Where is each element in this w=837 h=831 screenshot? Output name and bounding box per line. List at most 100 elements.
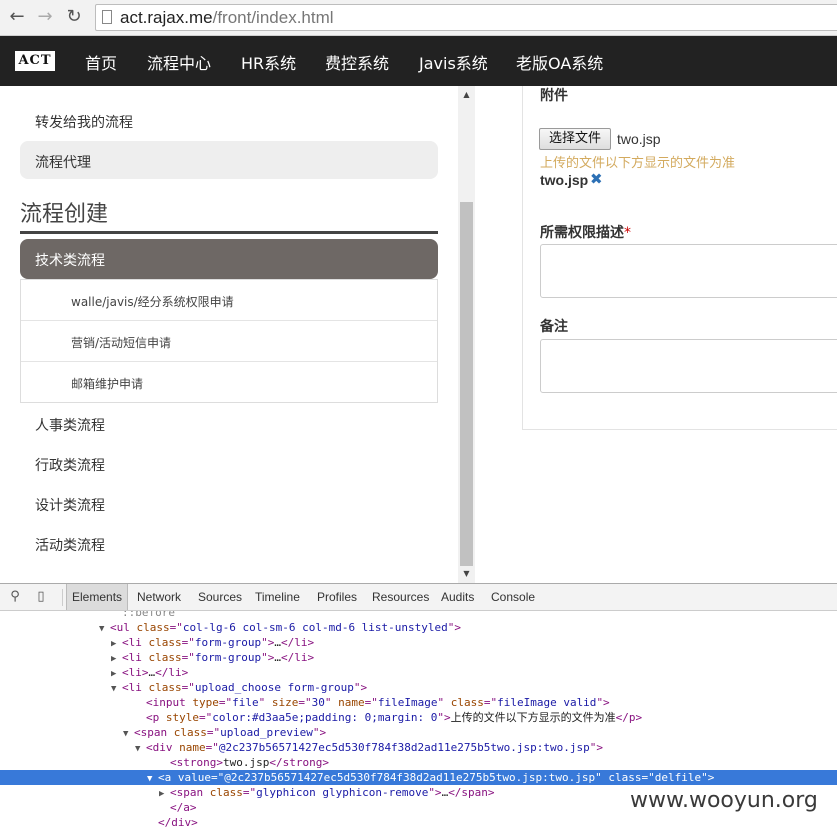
watermark: www.wooyun.org: [630, 788, 818, 813]
submenu-item-label: 营销/活动短信申请: [71, 336, 172, 350]
dom-token: =": [298, 696, 312, 709]
dom-token: class: [136, 621, 170, 634]
nav-process-center[interactable]: 流程中心: [147, 50, 211, 74]
dom-token: </div>: [158, 816, 198, 829]
nav-old-oa-system[interactable]: 老版OA系统: [516, 50, 603, 74]
tab-network[interactable]: Network: [132, 584, 186, 610]
dom-token: ::before: [122, 611, 175, 619]
url-path: /front/index.html: [212, 8, 334, 27]
sidebar-scrollbar[interactable]: ▲ ▼: [458, 86, 475, 583]
dom-token: class: [209, 786, 243, 799]
dom-token: ": [324, 696, 339, 709]
choose-file-button[interactable]: 选择文件: [539, 128, 611, 150]
dom-token: ">: [589, 741, 603, 754]
tab-console[interactable]: Console: [486, 584, 540, 610]
dom-node[interactable]: ::before: [0, 611, 837, 620]
tab-profiles[interactable]: Profiles: [312, 584, 362, 610]
act-logo[interactable]: ACT: [15, 51, 55, 71]
sidebar-item-label: 流程代理: [35, 155, 91, 171]
url-text[interactable]: act.rajax.me/front/index.html: [120, 8, 334, 28]
nav-hr-system[interactable]: HR系统: [241, 50, 296, 74]
dom-token: class: [173, 726, 207, 739]
dom-token: =": [483, 696, 498, 709]
upload-hint: 上传的文件以下方显示的文件为准: [540, 156, 736, 171]
dom-node[interactable]: ▼ <div name="@2c237b56571427ec5d530f784f3…: [0, 740, 837, 755]
sidebar-item-design[interactable]: 设计类流程: [35, 495, 105, 515]
dom-token: class: [450, 696, 484, 709]
sidebar-item-tech-process[interactable]: 技术类流程: [20, 239, 438, 279]
address-bar[interactable]: act.rajax.me/front/index.html: [95, 4, 837, 31]
dom-token: upload_preview: [220, 726, 313, 739]
dom-token: <span: [134, 726, 174, 739]
nav-expense-system[interactable]: 费控系统: [325, 50, 389, 74]
remark-input[interactable]: [540, 339, 837, 393]
forward-arrow-icon[interactable]: →: [34, 6, 56, 28]
scroll-down-arrow-icon[interactable]: ▼: [458, 567, 475, 581]
back-arrow-icon[interactable]: ←: [6, 6, 28, 28]
remove-icon[interactable]: ✖: [590, 170, 603, 188]
dom-token: ": [437, 696, 451, 709]
dom-node-selected[interactable]: ▼ <a value="@2c237b56571427ec5d530f784f38…: [0, 770, 837, 785]
dom-token: form-group: [194, 636, 262, 649]
sidebar-item-proxy[interactable]: 流程代理: [20, 141, 438, 179]
dom-node[interactable]: <p style="color:#d3aa5e;padding: 0;margi…: [0, 710, 837, 725]
dom-node[interactable]: ▶ <li>…</li>: [0, 665, 837, 680]
dom-token: =": [169, 621, 183, 634]
sidebar-item-activity[interactable]: 活动类流程: [35, 535, 105, 555]
tab-elements[interactable]: Elements: [66, 584, 129, 610]
scroll-up-arrow-icon[interactable]: ▲: [458, 88, 475, 102]
sidebar-item-hr[interactable]: 人事类流程: [35, 415, 105, 435]
dom-token: </a>: [170, 801, 197, 814]
dom-token: ">: [261, 651, 275, 664]
dom-token: ">: [447, 621, 462, 634]
submenu-item-label: walle/javis/经分系统权限申请: [71, 295, 234, 309]
nav-javis-system[interactable]: Javis系统: [419, 50, 488, 74]
dom-node[interactable]: <strong>two.jsp</strong>: [0, 755, 837, 770]
dom-node[interactable]: ▼ <ul class="col-lg-6 col-sm-6 col-md-6 l…: [0, 620, 837, 635]
dom-token: size: [271, 696, 299, 709]
submenu-item-permission[interactable]: walle/javis/经分系统权限申请: [21, 280, 437, 321]
devtools-tabbar: ⚲ ▯ Elements Network Sources Timeline Pr…: [0, 584, 837, 611]
permission-description-input[interactable]: [540, 244, 837, 298]
upload-preview-name: two.jsp: [540, 172, 589, 188]
dom-node[interactable]: <input type="file" size="30" name="fileI…: [0, 695, 837, 710]
sidebar-item-forwarded[interactable]: 转发给我的流程: [35, 112, 133, 132]
dom-token: style: [165, 711, 199, 724]
submenu-item-label: 邮箱维护申请: [71, 377, 144, 391]
permission-label-text: 所需权限描述: [540, 225, 624, 241]
dom-token: name: [338, 696, 365, 709]
dom-token: </strong>: [269, 756, 329, 769]
mobile-device-icon[interactable]: ▯: [33, 589, 49, 605]
dom-token: =": [641, 771, 655, 784]
tab-sources[interactable]: Sources: [193, 584, 247, 610]
submenu-item-sms[interactable]: 营销/活动短信申请: [21, 321, 437, 362]
tab-timeline[interactable]: Timeline: [250, 584, 305, 610]
dom-node[interactable]: ▶ <li class="form-group">…</li>: [0, 635, 837, 650]
dom-token: fileImage valid: [497, 696, 597, 709]
chosen-file-name: two.jsp: [617, 131, 661, 147]
tab-audits[interactable]: Audits: [436, 584, 479, 610]
sidebar: 转发给我的流程 流程代理 流程创建 技术类流程 walle/javis/经分系统…: [0, 86, 475, 583]
dom-node[interactable]: </div>: [0, 815, 837, 830]
reload-icon[interactable]: ↻: [63, 6, 85, 28]
dom-token: ">: [701, 771, 715, 784]
dom-node[interactable]: ▼ <span class="upload_preview">: [0, 725, 837, 740]
dom-token: @2c237b56571427ec5d530f784f38d2ad11e275b…: [218, 741, 590, 754]
tech-process-submenu: walle/javis/经分系统权限申请 营销/活动短信申请 邮箱维护申请: [20, 279, 438, 403]
search-icon[interactable]: ⚲: [7, 589, 23, 605]
section-title: 流程创建: [20, 202, 109, 227]
dom-token: file: [232, 696, 259, 709]
dom-token: …: [274, 636, 281, 649]
scrollbar-thumb[interactable]: [460, 202, 473, 566]
dom-node[interactable]: ▶ <li class="form-group">…</li>: [0, 650, 837, 665]
dom-token: <li: [122, 681, 149, 694]
dom-token: ">: [437, 711, 451, 724]
dom-token: <ul: [110, 621, 137, 634]
tab-resources[interactable]: Resources: [367, 584, 434, 610]
nav-home[interactable]: 首页: [85, 50, 117, 74]
sidebar-item-admin[interactable]: 行政类流程: [35, 455, 105, 475]
dom-node[interactable]: ▼ <li class="upload_choose form-group">: [0, 680, 837, 695]
dom-token: =": [206, 726, 221, 739]
submenu-item-mailbox[interactable]: 邮箱维护申请: [21, 362, 437, 403]
dom-token: @2c237b56571427ec5d530f784f38d2ad11e275b…: [224, 771, 596, 784]
